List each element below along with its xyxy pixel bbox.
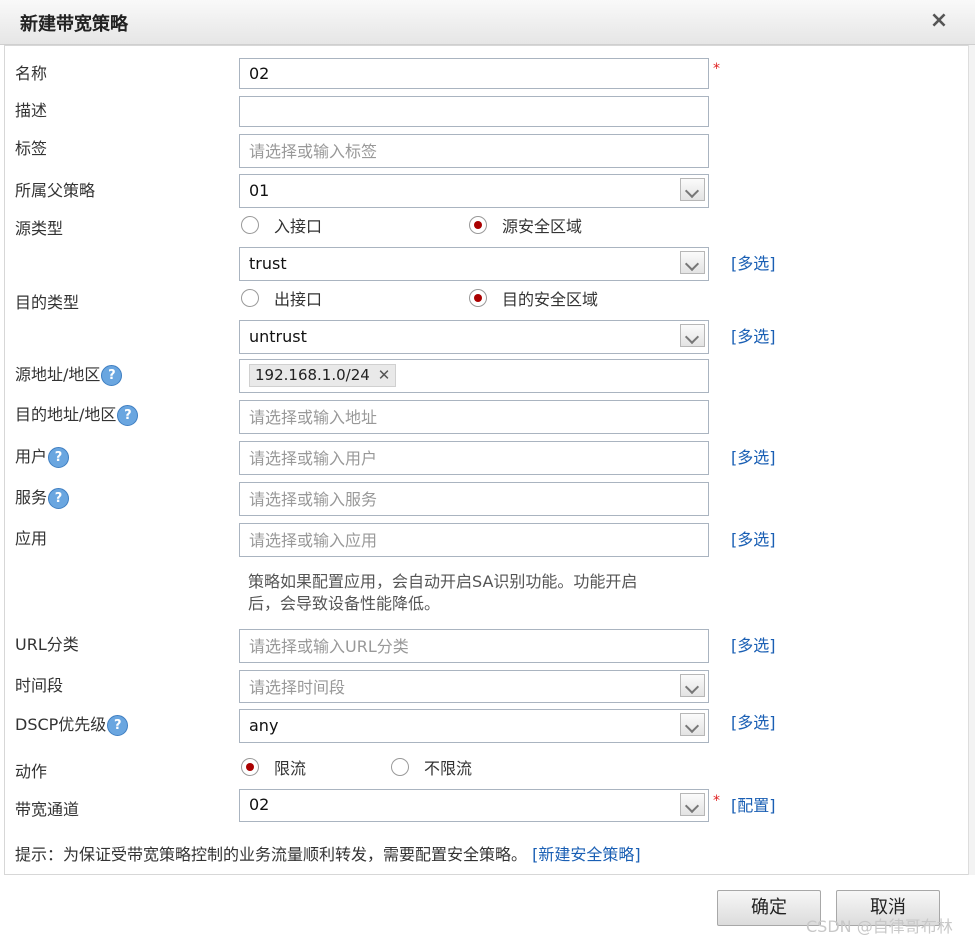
chevron-down-icon[interactable]	[680, 674, 705, 697]
radio-source-zone-label: 源安全区域	[502, 217, 583, 236]
help-icon[interactable]: ?	[117, 405, 139, 426]
application-note: 策略如果配置应用，会自动开启SA识别功能。功能开启 后，会导致设备性能降低。	[248, 571, 698, 615]
dest-address-input[interactable]: 请选择或输入地址	[239, 400, 709, 434]
dscp-value: any	[249, 716, 279, 735]
dialog-titlebar: 新建带宽策略 ×	[0, 0, 975, 45]
dscp-select[interactable]: any	[239, 709, 709, 743]
service-label-text: 服务	[15, 488, 48, 507]
source-zone-multi-select-link[interactable]: [多选]	[731, 250, 776, 274]
parent-policy-value: 01	[249, 181, 270, 200]
dest-address-label-text: 目的地址/地区	[15, 405, 117, 424]
source-zone-select[interactable]: trust	[239, 247, 709, 281]
radio-inbound-interface-label: 入接口	[274, 217, 323, 236]
help-icon[interactable]: ?	[101, 365, 123, 386]
name-label: 名称	[15, 64, 48, 83]
help-icon[interactable]: ?	[48, 488, 70, 509]
name-value: 02	[249, 64, 270, 83]
help-icon[interactable]: ?	[48, 447, 70, 468]
parent-policy-select[interactable]: 01	[239, 174, 709, 208]
dest-zone-multi-select-link[interactable]: [多选]	[731, 323, 776, 347]
new-security-policy-link[interactable]: [新建安全策略]	[532, 845, 641, 864]
dest-address-label: 目的地址/地区?	[15, 401, 139, 426]
service-input[interactable]: 请选择或输入服务	[239, 482, 709, 516]
service-placeholder: 请选择或输入服务	[249, 490, 378, 509]
action-label: 动作	[15, 762, 48, 781]
dest-address-placeholder: 请选择或输入地址	[249, 408, 378, 427]
address-tag-text: 192.168.1.0/24	[255, 366, 370, 384]
url-category-placeholder: 请选择或输入URL分类	[249, 637, 409, 656]
chevron-down-icon[interactable]	[680, 178, 705, 201]
hint-message: 提示：为保证受带宽策略控制的业务流量顺利转发，需要配置安全策略。	[15, 845, 528, 864]
service-label: 服务?	[15, 484, 70, 509]
radio-source-zone[interactable]	[469, 216, 487, 234]
description-label: 描述	[15, 101, 48, 120]
bandwidth-channel-value: 02	[249, 795, 270, 814]
hint-text: 提示：为保证受带宽策略控制的业务流量顺利转发，需要配置安全策略。 [新建安全策略…	[15, 841, 641, 865]
new-bandwidth-policy-dialog: 新建带宽策略 × 名称 02 * 描述 标签 请选择或输入标签 所属父策略 01…	[0, 0, 975, 941]
url-category-multi-select-link[interactable]: [多选]	[731, 632, 776, 656]
radio-rate-limit[interactable]	[241, 758, 259, 776]
user-multi-select-link[interactable]: [多选]	[731, 444, 776, 468]
time-range-select[interactable]: 请选择时间段	[239, 670, 709, 703]
url-category-input[interactable]: 请选择或输入URL分类	[239, 629, 709, 663]
parent-policy-label: 所属父策略	[15, 181, 96, 200]
dscp-label: DSCP优先级?	[15, 711, 129, 736]
user-input[interactable]: 请选择或输入用户	[239, 441, 709, 475]
chevron-down-icon[interactable]	[680, 251, 705, 274]
radio-dest-zone-label: 目的安全区域	[502, 290, 599, 309]
required-mark: *	[713, 793, 720, 809]
radio-no-rate-limit-label: 不限流	[424, 759, 473, 778]
dscp-multi-select-link[interactable]: [多选]	[731, 709, 776, 733]
application-placeholder: 请选择或输入应用	[249, 531, 378, 550]
bandwidth-channel-label: 带宽通道	[15, 800, 80, 819]
name-input[interactable]: 02	[239, 58, 709, 89]
url-category-label: URL分类	[15, 635, 79, 654]
close-icon[interactable]: ×	[926, 6, 952, 36]
tags-placeholder: 请选择或输入标签	[249, 142, 378, 161]
background-window-edge	[968, 45, 975, 875]
dscp-label-text: DSCP优先级	[15, 715, 107, 734]
application-multi-select-link[interactable]: [多选]	[731, 526, 776, 550]
remove-tag-icon[interactable]: ✕	[378, 366, 391, 384]
user-label: 用户?	[15, 443, 70, 468]
source-address-label: 源地址/地区?	[15, 361, 123, 386]
dest-zone-value: untrust	[249, 327, 307, 346]
bandwidth-channel-config-link[interactable]: [配置]	[731, 792, 776, 816]
radio-inbound-interface[interactable]	[241, 216, 259, 234]
time-range-label: 时间段	[15, 676, 64, 695]
radio-dest-zone[interactable]	[469, 289, 487, 307]
user-label-text: 用户	[15, 447, 48, 466]
dest-type-label: 目的类型	[15, 293, 80, 312]
tags-input[interactable]: 请选择或输入标签	[239, 134, 709, 168]
chevron-down-icon[interactable]	[680, 713, 705, 736]
time-range-placeholder: 请选择时间段	[249, 678, 346, 697]
required-mark: *	[713, 61, 720, 77]
dest-zone-select[interactable]: untrust	[239, 320, 709, 354]
user-placeholder: 请选择或输入用户	[249, 449, 378, 468]
radio-no-rate-limit[interactable]	[391, 758, 409, 776]
chevron-down-icon[interactable]	[680, 793, 705, 816]
source-address-input[interactable]: 192.168.1.0/24 ✕	[239, 359, 709, 393]
application-note-line1: 策略如果配置应用，会自动开启SA识别功能。功能开启	[248, 572, 638, 591]
source-address-label-text: 源地址/地区	[15, 365, 101, 384]
address-tag: 192.168.1.0/24 ✕	[249, 364, 397, 387]
bandwidth-channel-select[interactable]: 02	[239, 789, 709, 822]
radio-rate-limit-label: 限流	[274, 759, 307, 778]
radio-outbound-interface[interactable]	[241, 289, 259, 307]
application-input[interactable]: 请选择或输入应用	[239, 523, 709, 557]
application-note-line2: 后，会导致设备性能降低。	[248, 594, 441, 613]
dialog-title: 新建带宽策略	[20, 14, 128, 35]
watermark: CSDN @自律哥布林	[806, 917, 953, 936]
tags-label: 标签	[15, 139, 48, 158]
chevron-down-icon[interactable]	[680, 324, 705, 347]
application-label: 应用	[15, 529, 48, 548]
source-type-label: 源类型	[15, 219, 64, 238]
help-icon[interactable]: ?	[107, 715, 129, 736]
source-zone-value: trust	[249, 254, 287, 273]
radio-outbound-interface-label: 出接口	[274, 290, 323, 309]
description-input[interactable]	[239, 96, 709, 127]
